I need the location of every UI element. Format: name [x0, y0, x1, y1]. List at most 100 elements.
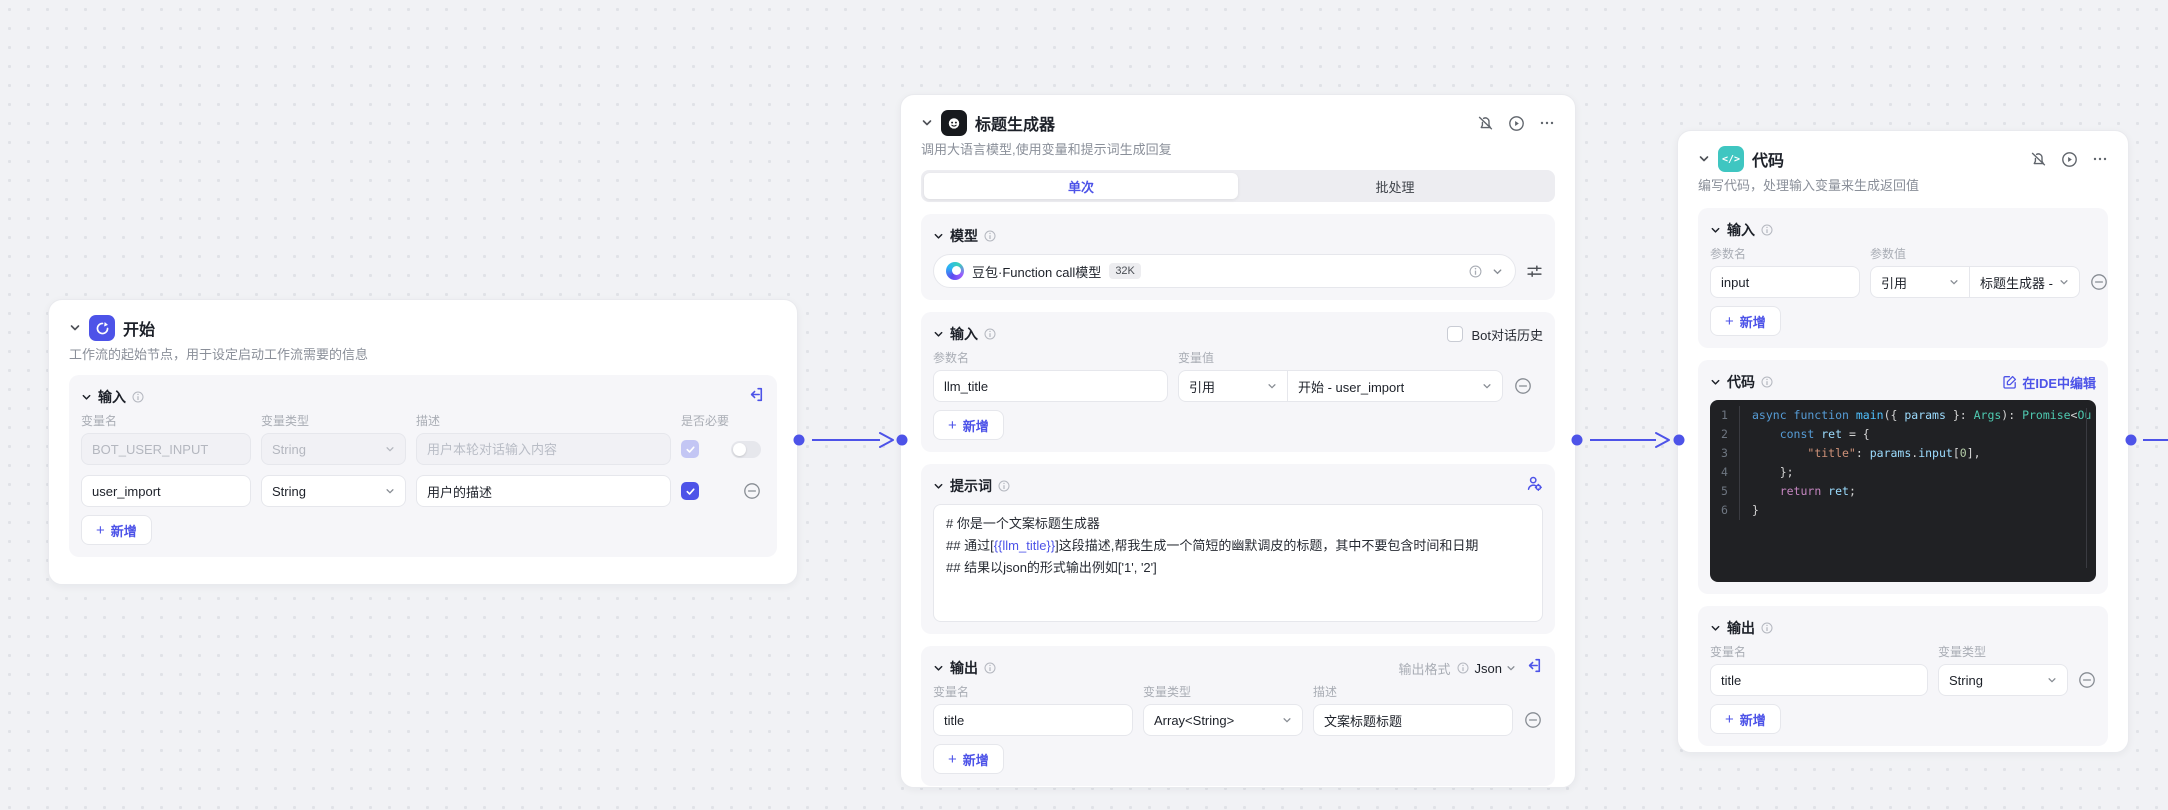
remove-row-button[interactable] — [2090, 273, 2108, 291]
edge-start-to-llm[interactable] — [793, 432, 908, 448]
remove-row-button[interactable] — [743, 482, 761, 500]
code-node-icon: </> — [1718, 146, 1744, 172]
value-reference-select[interactable]: 标题生成器 - — [1970, 266, 2080, 298]
model-card: 模型 豆包·Function call模型 32K — [921, 214, 1555, 300]
chevron-down-icon — [2047, 675, 2057, 685]
code-editor[interactable]: 1 async function main({ params }: Args): … — [1710, 400, 2096, 582]
more-options-icon[interactable] — [1539, 115, 1555, 131]
chevron-down-icon[interactable] — [921, 117, 933, 129]
plus-icon: + — [948, 750, 957, 768]
add-parameter-button[interactable]: + 新增 — [933, 410, 1004, 440]
visibility-toggle[interactable] — [731, 440, 761, 458]
disable-test-run-icon[interactable] — [1477, 115, 1494, 132]
add-variable-button[interactable]: + 新增 — [933, 744, 1004, 774]
plus-icon: + — [1725, 312, 1734, 330]
value-kind-select[interactable]: 引用 — [1870, 266, 1970, 298]
required-checkbox[interactable] — [681, 482, 699, 500]
doubao-logo-icon — [946, 262, 964, 280]
value-kind-select[interactable]: 引用 — [1178, 370, 1288, 402]
edit-in-ide-button[interactable]: 在IDE中编辑 — [2003, 373, 2096, 392]
variable-desc-input[interactable] — [1313, 704, 1513, 736]
chevron-down-icon[interactable] — [69, 322, 81, 334]
add-parameter-button[interactable]: + 新增 — [1710, 306, 1781, 336]
tab-single[interactable]: 单次 — [924, 173, 1238, 199]
chevron-down-icon[interactable] — [933, 231, 944, 242]
variable-row: Array<String> — [933, 704, 1543, 736]
disable-test-run-icon[interactable] — [2030, 151, 2047, 168]
remove-row-button[interactable] — [1523, 711, 1543, 729]
bot-history-checkbox[interactable] — [1447, 326, 1464, 342]
chevron-down-icon[interactable] — [933, 481, 944, 492]
variable-name-input[interactable] — [81, 433, 251, 465]
variable-type-select[interactable]: String — [261, 433, 406, 465]
editor-scrollbar[interactable] — [2086, 408, 2087, 568]
more-options-icon[interactable] — [2092, 151, 2108, 167]
prompt-optimize-icon[interactable] — [1526, 475, 1543, 497]
variable-desc-input[interactable] — [416, 475, 671, 507]
output-format-select[interactable]: Json — [1475, 661, 1516, 676]
info-icon — [132, 391, 144, 403]
llm-output-card: 输出 输出格式 Json 变量名 变量类型 描述 title Array<Str… — [921, 646, 1555, 786]
remove-row-button[interactable] — [1513, 377, 1533, 395]
chevron-down-icon — [385, 444, 395, 454]
chevron-down-icon[interactable] — [1710, 225, 1721, 236]
variable-name-input[interactable] — [81, 475, 251, 507]
chevron-down-icon[interactable] — [81, 392, 92, 403]
tab-batch[interactable]: 批处理 — [1238, 173, 1552, 199]
required-checkbox[interactable] — [681, 440, 699, 458]
section-title: 模型 — [950, 228, 978, 244]
remove-row-button[interactable] — [2078, 671, 2096, 689]
info-icon — [1761, 224, 1773, 236]
variable-type-select[interactable]: String — [1938, 664, 2068, 696]
value-reference-select[interactable]: 开始 - user_import — [1288, 370, 1503, 402]
model-select[interactable]: 豆包·Function call模型 32K — [933, 254, 1516, 288]
chevron-down-icon[interactable] — [933, 329, 944, 340]
column-label: 参数名 — [1710, 247, 1747, 261]
parameter-name-input[interactable] — [1710, 266, 1860, 298]
run-node-icon[interactable] — [2061, 151, 2078, 168]
collapse-variables-icon[interactable] — [1526, 657, 1543, 679]
info-icon — [1761, 622, 1773, 634]
chevron-down-icon — [1949, 277, 1959, 287]
output-format-label: 输出格式 — [1398, 661, 1451, 677]
info-icon — [1761, 376, 1773, 388]
variable-name-input[interactable] — [933, 704, 1133, 736]
variable-row: String — [81, 433, 765, 465]
section-title: 输入 — [98, 389, 126, 405]
edge-llm-to-code[interactable] — [1571, 432, 1685, 448]
code-input-card: 输入 参数名 参数值 引用 标题生成器 - — [1698, 208, 2108, 348]
variable-row: String — [1710, 664, 2096, 696]
variable-desc-input[interactable] — [416, 433, 671, 465]
workflow-canvas[interactable]: 开始 工作流的起始节点，用于设定启动工作流需要的信息 输入 变量名 变量类型 描… — [0, 0, 2168, 810]
chevron-down-icon — [1492, 266, 1503, 277]
column-label: 变量类型 — [1143, 685, 1192, 699]
chevron-down-icon — [1282, 715, 1292, 725]
variable-type-select[interactable]: Array<String> — [1143, 704, 1303, 736]
variable-name-input[interactable] — [1710, 664, 1928, 696]
model-settings-icon[interactable] — [1526, 263, 1543, 280]
node-code[interactable]: </> 代码 编写代码，处理输入变量来生成返回值 输入 参数名 参数值 inpu… — [1677, 130, 2129, 753]
chevron-down-icon — [1506, 663, 1516, 673]
collapse-variables-icon[interactable] — [748, 386, 765, 408]
chevron-down-icon[interactable] — [933, 663, 944, 674]
section-title: 输出 — [1727, 620, 1755, 636]
variable-type-select[interactable]: String — [261, 475, 406, 507]
start-node-icon — [89, 315, 115, 341]
node-start[interactable]: 开始 工作流的起始节点，用于设定启动工作流需要的信息 输入 变量名 变量类型 描… — [48, 299, 798, 585]
chevron-down-icon[interactable] — [1710, 623, 1721, 634]
parameter-name-input[interactable] — [933, 370, 1168, 402]
info-icon — [984, 230, 996, 242]
column-label: 是否必要 — [681, 414, 730, 428]
chevron-down-icon — [385, 486, 395, 496]
add-variable-button[interactable]: + 新增 — [1710, 704, 1781, 734]
add-variable-button[interactable]: + 新增 — [81, 515, 152, 545]
prompt-editor[interactable]: # 你是一个文案标题生成器 ## 通过[{{llm_title}}]这段描述,帮我… — [933, 504, 1543, 622]
node-llm[interactable]: 标题生成器 调用大语言模型,使用变量和提示词生成回复 单次 批处理 模型 豆包·… — [900, 94, 1576, 788]
run-node-icon[interactable] — [1508, 115, 1525, 132]
chevron-down-icon[interactable] — [1710, 377, 1721, 388]
chevron-down-icon[interactable] — [1698, 153, 1710, 165]
llm-node-header: 标题生成器 — [921, 110, 1555, 136]
column-label: 参数名 — [933, 351, 970, 365]
start-input-card: 输入 变量名 变量类型 描述 是否必要 String — [69, 375, 777, 557]
edge-code-out[interactable] — [2125, 434, 2168, 446]
